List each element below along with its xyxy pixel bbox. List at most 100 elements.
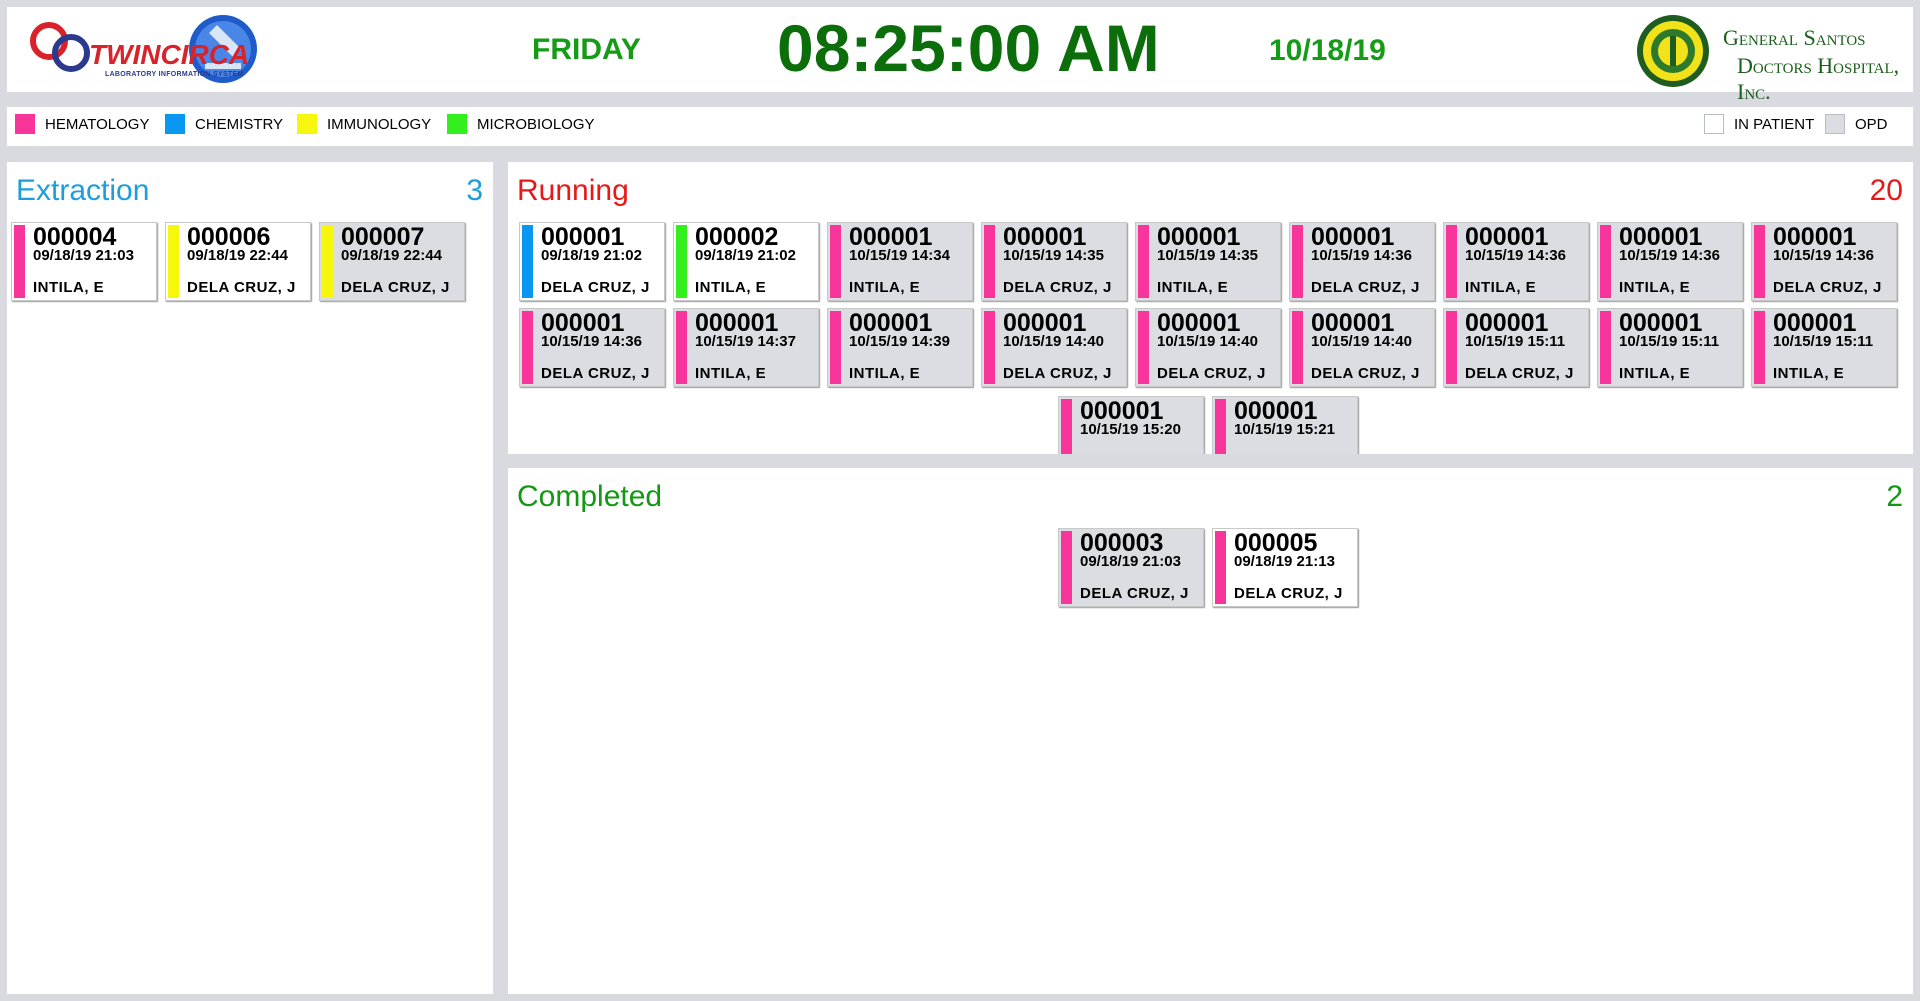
sample-card[interactable]: 000005 09/18/19 21:13 DELA CRUZ, J (1212, 528, 1358, 607)
sample-card[interactable]: 000001 10/15/19 15:21 (1212, 396, 1358, 454)
sample-card[interactable]: 000001 10/15/19 15:11 INTILA, E (1597, 308, 1743, 387)
sample-card[interactable]: 000001 10/15/19 15:20 (1058, 396, 1204, 454)
legend-label: OPD (1855, 115, 1888, 133)
hospital-logo: General Santos Doctors Hospital, Inc. (1627, 11, 1907, 104)
legend-label: MICROBIOLOGY (477, 115, 595, 133)
patient-name: DELA CRUZ, J (1311, 279, 1420, 296)
legend-microbiology: MICROBIOLOGY (447, 113, 595, 135)
sample-datetime: 10/15/19 14:36 (1311, 247, 1412, 264)
sample-card[interactable]: 000002 09/18/19 21:02 INTILA, E (673, 222, 819, 301)
department-color-bar (1754, 311, 1765, 384)
current-time: 08:25:00 AM (777, 11, 1160, 85)
sample-datetime: 09/18/19 21:02 (541, 247, 642, 264)
sample-datetime: 10/15/19 15:11 (1619, 333, 1720, 350)
patient-name: DELA CRUZ, J (1311, 365, 1420, 382)
hospital-seal-icon (1637, 15, 1709, 87)
completed-count: 2 (1886, 480, 1903, 513)
patient-name: DELA CRUZ, J (1003, 279, 1112, 296)
sample-card[interactable]: 000001 10/15/19 14:36 INTILA, E (1597, 222, 1743, 301)
department-color-bar (1138, 311, 1149, 384)
department-color-bar (1215, 399, 1226, 454)
sample-card[interactable]: 000001 10/15/19 14:40 DELA CRUZ, J (981, 308, 1127, 387)
department-color-bar (984, 225, 995, 298)
legend-label: CHEMISTRY (195, 115, 284, 133)
sample-card[interactable]: 000001 10/15/19 14:35 DELA CRUZ, J (981, 222, 1127, 301)
legend-bar: HEMATOLOGY CHEMISTRY IMMUNOLOGY MICROBIO… (7, 107, 1913, 146)
sample-card[interactable]: 000001 10/15/19 14:35 INTILA, E (1135, 222, 1281, 301)
department-color-bar (1138, 225, 1149, 298)
sample-datetime: 09/18/19 21:13 (1234, 553, 1335, 570)
sample-card[interactable]: 000001 10/15/19 14:37 INTILA, E (673, 308, 819, 387)
logo-tagline: LABORATORY INFORMATION SYSTEM (105, 71, 244, 78)
sample-datetime: 10/15/19 14:40 (1003, 333, 1104, 350)
sample-card[interactable]: 000001 10/15/19 14:40 DELA CRUZ, J (1135, 308, 1281, 387)
sample-card[interactable]: 000004 09/18/19 21:03 INTILA, E (11, 222, 157, 301)
legend-hematology: HEMATOLOGY (15, 113, 149, 135)
twincirca-logo: TWINCIRCA LABORATORY INFORMATION SYSTEM (27, 13, 297, 87)
sample-datetime: 10/15/19 14:40 (1311, 333, 1412, 350)
header-bar: TWINCIRCA LABORATORY INFORMATION SYSTEM … (7, 7, 1913, 104)
sample-datetime: 09/18/19 21:02 (695, 247, 796, 264)
department-color-bar (1061, 531, 1072, 604)
running-title: Running (517, 174, 629, 207)
sample-card[interactable]: 000007 09/18/19 22:44 DELA CRUZ, J (319, 222, 465, 301)
sample-card[interactable]: 000003 09/18/19 21:03 DELA CRUZ, J (1058, 528, 1204, 607)
department-color-bar (830, 311, 841, 384)
patient-name: INTILA, E (1619, 365, 1691, 382)
patient-name: DELA CRUZ, J (541, 365, 650, 382)
patient-name: INTILA, E (33, 279, 105, 296)
sample-card[interactable]: 000001 10/15/19 14:36 DELA CRUZ, J (519, 308, 665, 387)
hospital-name-line1: General Santos (1723, 25, 1866, 50)
department-color-bar (1754, 225, 1765, 298)
current-date: 10/18/19 (1269, 34, 1386, 67)
sample-card[interactable]: 000001 10/15/19 14:39 INTILA, E (827, 308, 973, 387)
sample-card[interactable]: 000001 10/15/19 14:34 INTILA, E (827, 222, 973, 301)
patient-name: DELA CRUZ, J (1003, 365, 1112, 382)
sample-datetime: 10/15/19 14:36 (1619, 247, 1720, 264)
sample-card[interactable]: 000001 10/15/19 15:11 DELA CRUZ, J (1443, 308, 1589, 387)
department-color-bar (1215, 531, 1226, 604)
running-panel: Running 20 000001 09/18/19 21:02 DELA CRUZ… (508, 162, 1913, 454)
patient-name: INTILA, E (1619, 279, 1691, 296)
legend-chemistry: CHEMISTRY (165, 113, 283, 135)
department-color-bar (1446, 225, 1457, 298)
patient-name: INTILA, E (1157, 279, 1229, 296)
completed-panel: Completed 2 000003 09/18/19 21:03 DELA CRU… (508, 468, 1913, 994)
sample-datetime: 10/15/19 15:20 (1080, 421, 1181, 438)
sample-datetime: 10/15/19 14:36 (1465, 247, 1566, 264)
sample-card[interactable]: 000006 09/18/19 22:44 DELA CRUZ, J (165, 222, 311, 301)
sample-datetime: 10/15/19 15:21 (1234, 421, 1335, 438)
sample-card[interactable]: 000001 10/15/19 15:11 INTILA, E (1751, 308, 1897, 387)
department-color-bar (830, 225, 841, 298)
patient-name: DELA CRUZ, J (341, 279, 450, 296)
patient-name: INTILA, E (1773, 365, 1845, 382)
sample-datetime: 10/15/19 14:37 (695, 333, 796, 350)
patient-name: DELA CRUZ, J (187, 279, 296, 296)
patient-name: DELA CRUZ, J (1465, 365, 1574, 382)
patient-name: INTILA, E (695, 365, 767, 382)
sample-card[interactable]: 000001 10/15/19 14:36 DELA CRUZ, J (1289, 222, 1435, 301)
department-color-bar (522, 225, 533, 298)
extraction-count: 3 (466, 174, 483, 207)
patient-name: DELA CRUZ, J (1080, 585, 1189, 602)
opd-swatch (1825, 114, 1845, 134)
department-color-bar (168, 225, 179, 298)
department-color-bar (676, 225, 687, 298)
extraction-title: Extraction (16, 174, 150, 207)
current-day: FRIDAY (532, 33, 641, 66)
sample-card[interactable]: 000001 10/15/19 14:40 DELA CRUZ, J (1289, 308, 1435, 387)
patient-name: DELA CRUZ, J (541, 279, 650, 296)
sample-card[interactable]: 000001 10/15/19 14:36 INTILA, E (1443, 222, 1589, 301)
sample-datetime: 09/18/19 22:44 (187, 247, 288, 264)
department-color-bar (1292, 311, 1303, 384)
sample-card[interactable]: 000001 09/18/19 21:02 DELA CRUZ, J (519, 222, 665, 301)
legend-label: IMMUNOLOGY (327, 115, 432, 133)
in-patient-swatch (1704, 114, 1724, 134)
department-color-bar (1292, 225, 1303, 298)
hematology-swatch (15, 114, 35, 134)
sample-datetime: 10/15/19 14:36 (1773, 247, 1874, 264)
department-color-bar (14, 225, 25, 298)
microbiology-swatch (447, 114, 467, 134)
sample-datetime: 10/15/19 14:39 (849, 333, 950, 350)
sample-card[interactable]: 000001 10/15/19 14:36 DELA CRUZ, J (1751, 222, 1897, 301)
